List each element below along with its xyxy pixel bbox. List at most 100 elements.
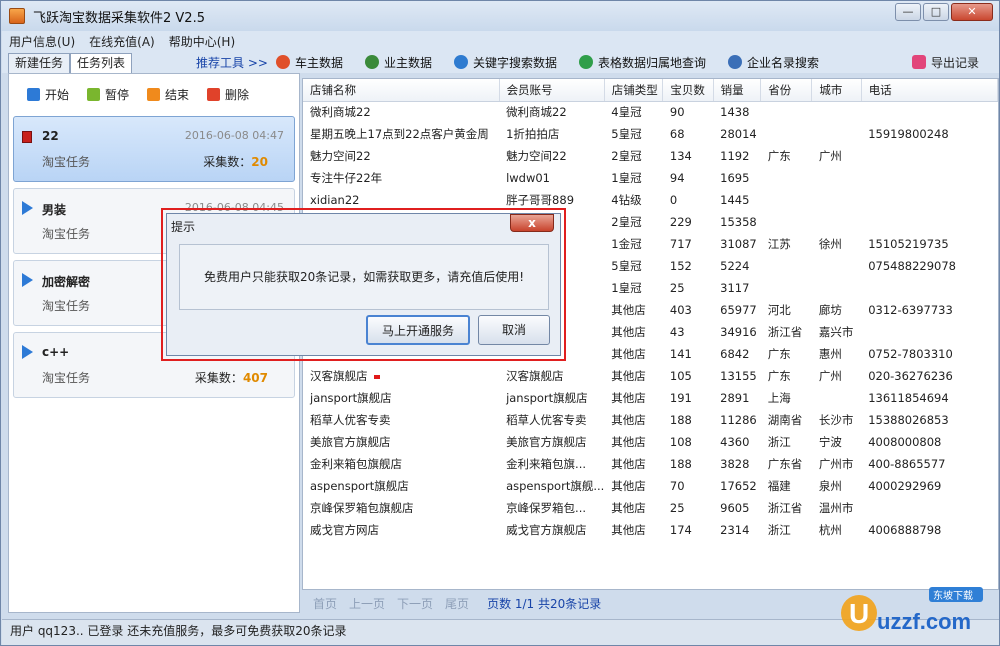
table-cell: 广州 — [818, 149, 842, 163]
table-cell: 其他店 — [611, 347, 646, 361]
table-row[interactable]: 专注牛仔22年 lwdw01 1皇冠 94 1695 — [303, 167, 998, 189]
delete-icon — [207, 88, 221, 101]
table-row[interactable]: 稻草人优客专卖 稻草人优客专卖 其他店 188 11286 湖南省 长沙市 153880268… — [303, 409, 998, 431]
pager-next[interactable]: 下一页 — [397, 595, 433, 612]
table-row[interactable]: 星期五晚上17点到22点客户黄金周 1折拍拍店 5皇冠 68 28014 15919800… — [303, 123, 998, 145]
table-cell — [761, 101, 812, 123]
menu-help[interactable]: 帮助中心(H) — [162, 33, 242, 50]
table-cell: 湖南省 — [767, 413, 803, 427]
table-cell: 河北 — [767, 303, 791, 317]
table-cell: 其他店 — [611, 325, 646, 339]
col-item-count[interactable]: 宝贝数 — [662, 79, 714, 102]
col-province[interactable]: 省份 — [760, 79, 813, 102]
menu-user-info[interactable]: 用户信息(U) — [2, 33, 82, 50]
col-shop-type[interactable]: 店铺类型 — [604, 79, 664, 102]
col-city[interactable]: 城市 — [811, 79, 862, 102]
table-cell: 65977 — [720, 303, 757, 317]
table-cell: 90 — [669, 105, 685, 120]
tool-keyword-search[interactable]: 关键字搜索数据 — [453, 54, 557, 71]
table-cell: 105 — [669, 369, 692, 383]
task-type: 淘宝任务 — [42, 155, 91, 169]
table-cell: 浙江省 — [767, 325, 803, 339]
table-cell: 4钻级 — [611, 193, 642, 207]
tab-task-list[interactable]: 任务列表 — [70, 53, 133, 74]
col-phone[interactable]: 电话 — [861, 79, 998, 102]
table-cell: 1445 — [720, 193, 750, 207]
table-row[interactable]: jansport旗舰店 jansport旗舰店 其他店 191 2891 上海 136118… — [303, 387, 998, 409]
table-row[interactable]: aspensport旗舰店 aspensport旗舰... 其他店 70 17652 福建… — [303, 475, 998, 497]
table-row[interactable]: 魅力空间22 魅力空间22 2皇冠 134 1192 广东 广州 — [303, 145, 998, 167]
table-cell: aspensport旗舰... — [506, 479, 605, 493]
table-cell: 徐州 — [818, 237, 842, 251]
table-cell: 泉州 — [818, 479, 842, 493]
dialog-close-button[interactable]: x — [510, 214, 554, 232]
table-cell: 174 — [669, 523, 692, 537]
table-cell — [812, 101, 861, 123]
table-cell: 美旅官方旗舰店 — [506, 435, 587, 449]
table-cell: 广东 — [767, 369, 791, 383]
table-cell: 京峰保罗箱包旗舰店 — [310, 501, 414, 515]
table-cell: 广东 — [767, 347, 791, 361]
table-row[interactable]: 京峰保罗箱包旗舰店 京峰保罗箱包... 其他店 25 9605 浙江省 温州市 — [303, 497, 998, 519]
table-cell — [812, 211, 861, 233]
table-row[interactable]: 汉客旗舰店 汉客旗舰店 其他店 105 13155 广东 广州 020-36276236 — [303, 365, 998, 387]
menu-online-recharge[interactable]: 在线充值(A) — [82, 33, 162, 50]
table-cell: 0 — [669, 193, 678, 207]
table-cell: 11286 — [720, 413, 757, 427]
table-cell: 其他店 — [611, 303, 646, 317]
start-button[interactable]: 开始 — [27, 86, 69, 103]
tab-new-task[interactable]: 新建任务 — [8, 53, 71, 73]
table-cell: 5皇冠 — [611, 259, 642, 273]
tool-property-owner[interactable]: 业主数据 — [364, 54, 432, 71]
tool-company-search[interactable]: 企业名录搜索 — [728, 54, 819, 71]
table-cell: 5224 — [720, 259, 750, 273]
table-row[interactable]: 威戈官方网店 威戈官方旗舰店 其他店 174 2314 浙江 杭州 4006888798 — [303, 519, 998, 541]
tool-table-location[interactable]: 表格数据归属地查询 — [578, 54, 706, 71]
table-cell: 28014 — [720, 127, 757, 141]
table-cell: 威戈官方网店 — [310, 523, 379, 537]
table-cell: 廊坊 — [818, 303, 842, 317]
table-cell: 0312-6397733 — [868, 303, 953, 317]
table-cell: 141 — [669, 347, 692, 361]
table-cell: 15388026853 — [868, 413, 949, 427]
tool-car-owner[interactable]: 车主数据 — [275, 54, 343, 71]
col-sales[interactable]: 销量 — [713, 79, 762, 102]
col-member-account[interactable]: 会员账号 — [499, 79, 605, 102]
prompt-dialog: 提示 x 免费用户只能获取20条记录，如需获取更多，请充值后使用! 马上开通服务… — [166, 213, 561, 356]
task-name: c++ — [42, 345, 70, 359]
maximize-button[interactable]: □ — [923, 3, 949, 21]
table-cell: 1695 — [720, 171, 750, 185]
title-bar[interactable]: 飞跃淘宝数据采集软件2 V2.5 — □ ✕ — [1, 1, 999, 31]
table-cell: 魅力空间22 — [310, 149, 371, 163]
table-row[interactable]: 微利商城22 微利商城22 4皇冠 90 1438 — [303, 101, 998, 123]
table-cell — [861, 321, 997, 343]
col-shop-name[interactable]: 店铺名称 — [303, 79, 500, 102]
app-window: 飞跃淘宝数据采集软件2 V2.5 — □ ✕ 用户信息(U) 在线充值(A) 帮… — [0, 0, 1000, 646]
export-records-button[interactable]: 导出记录 — [911, 51, 979, 73]
task-card-22[interactable]: 22 2016-06-08 04:47 淘宝任务 采集数：20 — [13, 116, 295, 182]
play-task-icon — [22, 273, 33, 287]
table-location-icon — [578, 55, 593, 69]
close-window-button[interactable]: ✕ — [951, 3, 993, 21]
table-cell — [761, 123, 812, 145]
app-icon — [9, 8, 25, 24]
pager-prev[interactable]: 上一页 — [349, 595, 385, 612]
pager-first[interactable]: 首页 — [313, 595, 337, 612]
table-row[interactable]: 金利来箱包旗舰店 金利来箱包旗... 其他店 188 3828 广东省 广州市 400-886… — [303, 453, 998, 475]
table-row[interactable]: 美旅官方旗舰店 美旅官方旗舰店 其他店 108 4360 浙江 宁波 4008000808 — [303, 431, 998, 453]
minimize-button[interactable]: — — [895, 3, 921, 21]
activate-service-button[interactable]: 马上开通服务 — [366, 315, 470, 345]
owner-icon — [364, 55, 379, 69]
table-cell: 杭州 — [818, 523, 842, 537]
keyword-search-icon — [453, 55, 468, 69]
table-cell: 宁波 — [818, 435, 842, 449]
cancel-button[interactable]: 取消 — [478, 315, 550, 345]
delete-button[interactable]: 删除 — [207, 86, 249, 103]
pause-button[interactable]: 暂停 — [87, 86, 129, 103]
table-cell: 15919800248 — [868, 127, 949, 141]
end-button[interactable]: 结束 — [147, 86, 189, 103]
pager-last[interactable]: 尾页 — [445, 595, 469, 612]
table-cell: 25 — [669, 281, 685, 295]
table-cell: 3828 — [720, 457, 750, 471]
watermark-brand: uzzf.com — [877, 609, 971, 634]
